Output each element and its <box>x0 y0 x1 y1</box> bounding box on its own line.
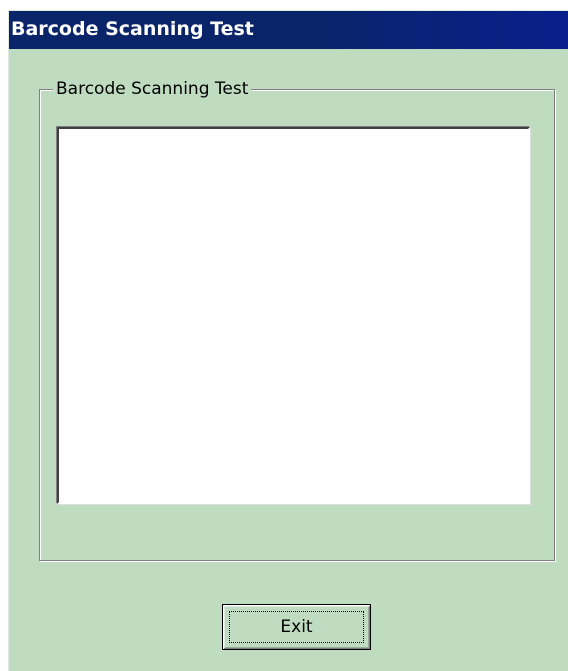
exit-button[interactable]: Exit <box>222 604 371 650</box>
exit-button-label: Exit <box>280 617 313 637</box>
groupbox-label: Barcode Scanning Test <box>53 78 252 100</box>
title-bar[interactable]: Barcode Scanning Test <box>9 11 568 49</box>
scan-results-list[interactable] <box>57 127 530 504</box>
window-title: Barcode Scanning Test <box>11 18 254 40</box>
dialog-window: Barcode Scanning Test Barcode Scanning T… <box>8 10 568 671</box>
